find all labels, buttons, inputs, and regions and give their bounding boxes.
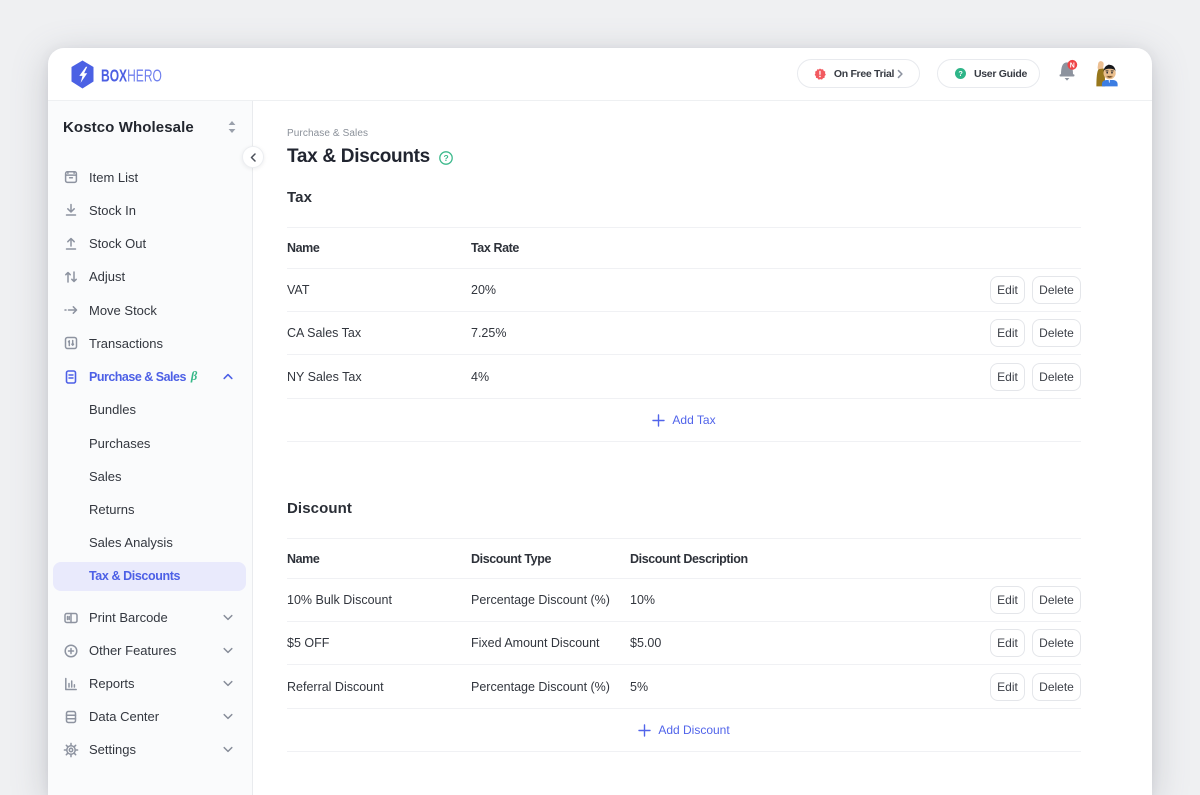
svg-text:N: N [1070, 62, 1075, 69]
svg-text:?: ? [444, 153, 449, 163]
svg-text:?: ? [958, 69, 963, 78]
